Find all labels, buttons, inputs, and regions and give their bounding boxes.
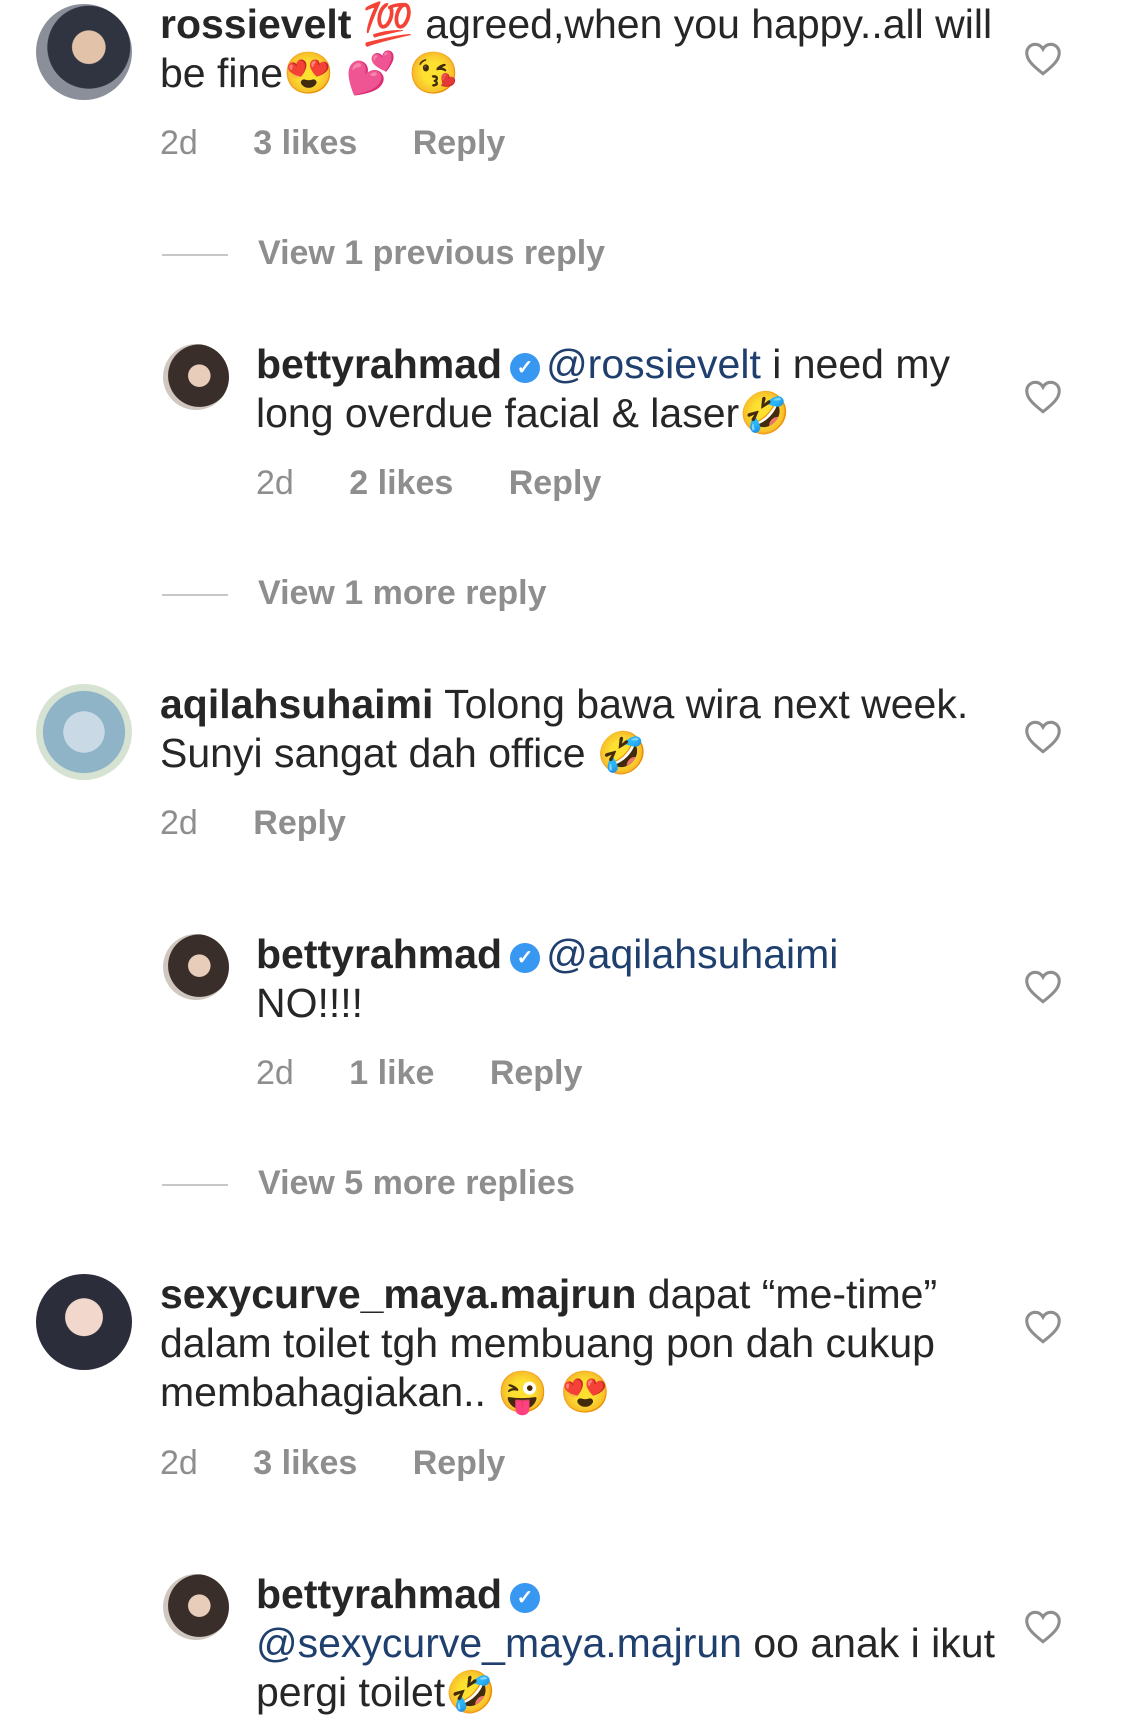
divider-line: [162, 1184, 228, 1187]
verified-badge-icon: ✓: [510, 943, 541, 973]
mention-link[interactable]: @rossievelt: [546, 341, 761, 387]
reply-button[interactable]: Reply: [509, 464, 602, 502]
comment-time: 2d: [256, 464, 294, 502]
heart-icon[interactable]: [1024, 1610, 1062, 1644]
avatar[interactable]: [163, 934, 229, 1000]
view-replies-button[interactable]: View 1 more reply: [162, 574, 547, 613]
verified-badge-icon: ✓: [510, 353, 541, 383]
heart-icon[interactable]: [1024, 380, 1062, 414]
avatar[interactable]: [36, 4, 132, 100]
comment-body: bettyrahmad ✓ @aqilahsuhaimi NO!!!!: [256, 930, 996, 1028]
comment-body: bettyrahmad ✓ @rossievelt i need my long o…: [256, 340, 996, 438]
username[interactable]: aqilahsuhaimi: [160, 681, 433, 727]
comment-meta: 2d 3 likes Reply: [160, 124, 551, 163]
comment-time: 2d: [256, 1054, 294, 1092]
view-replies-button[interactable]: View 5 more replies: [162, 1164, 575, 1203]
divider-line: [162, 594, 228, 597]
heart-icon[interactable]: [1024, 970, 1062, 1004]
reply-button[interactable]: Reply: [413, 1444, 506, 1482]
mention-link[interactable]: @aqilahsuhaimi: [546, 931, 838, 977]
comment-meta: 2d 3 likes Reply: [160, 1444, 551, 1483]
avatar[interactable]: [36, 684, 132, 780]
verified-badge-icon: ✓: [510, 1583, 541, 1613]
avatar[interactable]: [36, 1274, 132, 1370]
username[interactable]: sexycurve_maya.majrun: [160, 1271, 636, 1317]
username[interactable]: bettyrahmad: [256, 341, 502, 387]
comment-body: aqilahsuhaimi Tolong bawa wira next week…: [160, 680, 1020, 778]
username[interactable]: rossievelt: [160, 1, 351, 47]
likes-count[interactable]: 1 like: [349, 1054, 434, 1092]
avatar[interactable]: [163, 344, 229, 410]
likes-count[interactable]: 2 likes: [349, 464, 453, 502]
avatar[interactable]: [163, 1574, 229, 1640]
view-replies-label: View 1 previous reply: [258, 234, 606, 272]
heart-icon[interactable]: [1024, 42, 1062, 76]
heart-icon[interactable]: [1024, 1310, 1062, 1344]
view-replies-label: View 1 more reply: [258, 574, 547, 612]
likes-count[interactable]: 3 likes: [253, 1444, 357, 1482]
view-replies-label: View 5 more replies: [258, 1164, 575, 1202]
heart-icon[interactable]: [1024, 720, 1062, 754]
comment-time: 2d: [160, 804, 198, 842]
reply-button[interactable]: Reply: [253, 804, 346, 842]
comment-meta: 2d 1 like Reply: [256, 1054, 628, 1093]
reply-button[interactable]: Reply: [413, 124, 506, 162]
username[interactable]: bettyrahmad: [256, 931, 502, 977]
view-replies-button[interactable]: View 1 previous reply: [162, 234, 605, 273]
comment-body: bettyrahmad ✓ @sexycurve_maya.majrun oo an…: [256, 1570, 996, 1717]
comment-meta: 2d 2 likes Reply: [256, 464, 647, 503]
username[interactable]: bettyrahmad: [256, 1571, 502, 1617]
divider-line: [162, 254, 228, 257]
comment-meta: 2d Reply: [160, 804, 392, 843]
likes-count[interactable]: 3 likes: [253, 124, 357, 162]
comment-text: NO!!!!: [256, 980, 364, 1026]
comment-body: rossievelt 💯 agreed,when you happy..all …: [160, 0, 1020, 98]
comment-time: 2d: [160, 1444, 198, 1482]
reply-button[interactable]: Reply: [490, 1054, 583, 1092]
mention-link[interactable]: @sexycurve_maya.majrun: [256, 1620, 742, 1666]
comment-body: sexycurve_maya.majrun dapat “me-time” da…: [160, 1270, 1020, 1417]
comment-time: 2d: [160, 124, 198, 162]
